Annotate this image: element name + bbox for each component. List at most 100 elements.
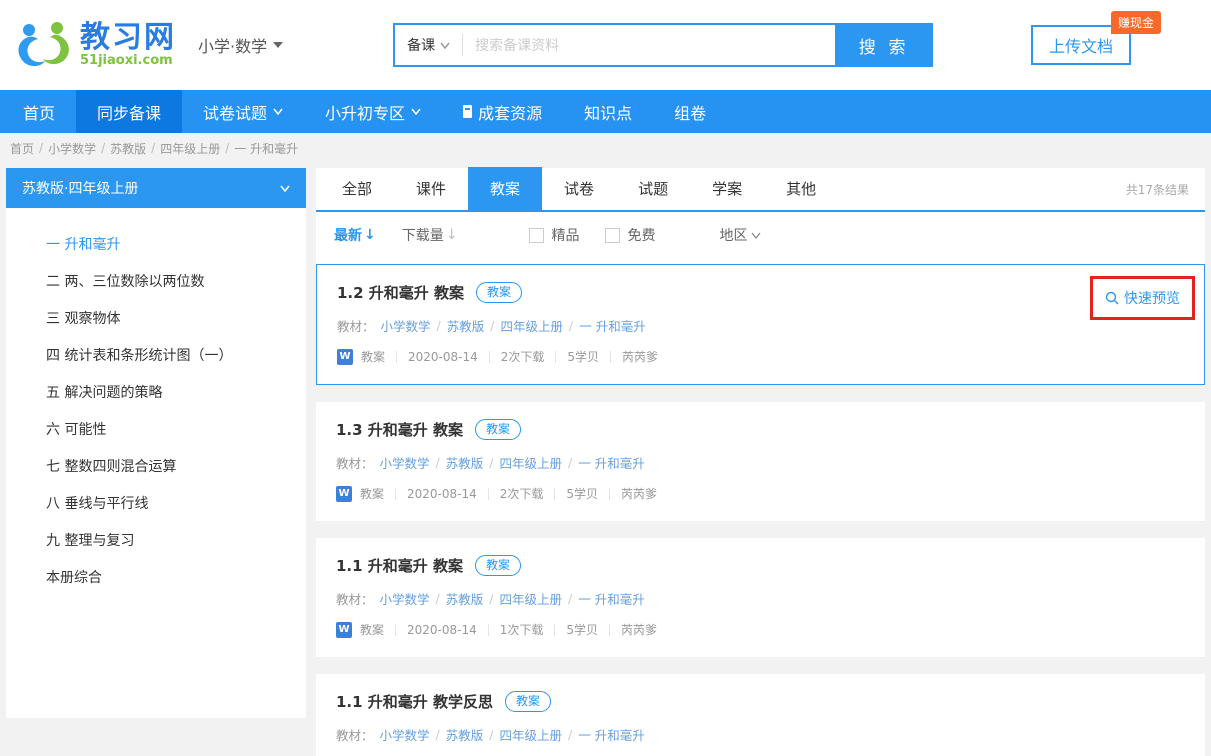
sort-downloads[interactable]: 下载量 ↓: [402, 225, 458, 245]
result-card: 1.3 升和毫升 教案 教案 教材： 小学数学 / 苏教版 / 四年级上册 / …: [316, 402, 1205, 521]
meta-link[interactable]: 小学数学: [381, 316, 431, 335]
tab-courseware[interactable]: 课件: [394, 167, 468, 211]
result-card: 1.2 升和毫升 教案 教案 教材： 小学数学 / 苏教版 / 四年级上册 / …: [316, 264, 1205, 385]
sidebar-item-chapter-9[interactable]: 九 整理与复习: [46, 530, 306, 550]
upload-date: 2020-08-14: [408, 349, 478, 364]
meta-link[interactable]: 一 升和毫升: [578, 453, 644, 472]
sort-newest[interactable]: 最新 ↓: [334, 225, 376, 245]
chevron-down-icon: [280, 185, 290, 192]
tab-lesson-plans[interactable]: 教案: [468, 167, 543, 211]
chevron-down-icon: [411, 108, 421, 115]
meta-link[interactable]: 四年级上册: [500, 316, 563, 335]
sidebar-item-chapter-1[interactable]: 一 升和毫升: [46, 234, 306, 254]
nav-item-resource-packages[interactable]: 成套资源: [442, 90, 563, 133]
search-button[interactable]: 搜 索: [835, 23, 934, 67]
tab-all[interactable]: 全部: [320, 167, 394, 211]
meta-link[interactable]: 一 升和毫升: [578, 725, 644, 744]
meta-link[interactable]: 四年级上册: [499, 589, 562, 608]
tab-papers[interactable]: 试卷: [542, 167, 616, 211]
result-card: 1.1 升和毫升 教学反思 教案 教材： 小学数学 / 苏教版 / 四年级上册 …: [316, 674, 1205, 756]
tab-questions[interactable]: 试题: [616, 167, 690, 211]
meta-link[interactable]: 四年级上册: [499, 725, 562, 744]
sidebar-item-whole-book[interactable]: 本册综合: [46, 567, 306, 587]
chevron-down-icon: [273, 108, 283, 115]
document-title[interactable]: 1.1 升和毫升 教案: [336, 555, 463, 576]
meta-link[interactable]: 小学数学: [380, 725, 430, 744]
type-tabs: 全部 课件 教案 试卷 试题 学案 其他 共17条结果: [316, 167, 1205, 212]
nav-item-sync-prep[interactable]: 同步备课: [76, 90, 183, 133]
breadcrumb-link[interactable]: 四年级上册: [160, 140, 220, 157]
chevron-down-icon: [440, 42, 450, 49]
category-selector[interactable]: 小学·数学: [198, 33, 284, 57]
upload-area: 上传文档 赚现金: [1031, 11, 1161, 65]
breadcrumb-link[interactable]: 首页: [10, 140, 34, 157]
meta-link[interactable]: 苏教版: [447, 316, 485, 335]
document-title[interactable]: 1.2 升和毫升 教案: [337, 282, 464, 303]
search-scope-dropdown[interactable]: 备课: [395, 35, 462, 55]
sidebar-item-chapter-5[interactable]: 五 解决问题的策略: [46, 382, 306, 402]
meta-label: 教材：: [337, 319, 375, 334]
meta-link[interactable]: 一 升和毫升: [578, 589, 644, 608]
nav-item-primary-to-junior[interactable]: 小升初专区: [304, 90, 442, 133]
price: 5学贝: [566, 487, 599, 501]
top-header: 教习网 51jiaoxi.com 小学·数学 备课 搜 索 上传文档 赚现金: [0, 0, 1211, 90]
meta-link[interactable]: 苏教版: [446, 453, 484, 472]
breadcrumb-link[interactable]: 小学数学: [48, 140, 96, 157]
upload-date: 2020-08-14: [407, 486, 477, 501]
arrow-down-icon: ↓: [364, 227, 376, 243]
nav-item-home[interactable]: 首页: [2, 90, 76, 133]
type-badge: 教案: [475, 555, 522, 576]
search-bar: 备课 搜 索: [393, 23, 934, 67]
sidebar-item-chapter-7[interactable]: 七 整数四则混合运算: [46, 456, 306, 476]
annotation-highlight-box: 快速预览: [1090, 276, 1195, 320]
author: 芮芮爹: [621, 623, 658, 637]
package-icon: [463, 105, 473, 118]
checkbox-free[interactable]: [605, 227, 621, 243]
sidebar-item-chapter-8[interactable]: 八 垂线与平行线: [46, 493, 306, 513]
logo-icon: [18, 22, 69, 67]
nav-item-knowledge-points[interactable]: 知识点: [563, 90, 653, 133]
tab-study-cases[interactable]: 学案: [690, 167, 764, 211]
sidebar-item-chapter-4[interactable]: 四 统计表和条形统计图（一）: [46, 345, 306, 365]
tab-others[interactable]: 其他: [764, 167, 838, 211]
meta-link[interactable]: 苏教版: [446, 589, 484, 608]
textbook-selector[interactable]: 苏教版·四年级上册: [6, 168, 306, 208]
file-type: 教案: [360, 487, 385, 501]
upload-date: 2020-08-14: [407, 622, 477, 637]
download-count: 2次下载: [500, 350, 545, 364]
document-title[interactable]: 1.3 升和毫升 教案: [336, 419, 463, 440]
search-icon: [1105, 291, 1119, 305]
chapter-sidebar: 苏教版·四年级上册 一 升和毫升 二 两、三位数除以两位数 三 观察物体 四 统…: [6, 168, 306, 718]
meta-link[interactable]: 一 升和毫升: [579, 316, 645, 335]
textbook-selector-label: 苏教版·四年级上册: [22, 181, 139, 197]
document-title[interactable]: 1.1 升和毫升 教学反思: [336, 691, 493, 712]
meta-link[interactable]: 苏教版: [446, 725, 484, 744]
filter-free[interactable]: 免费: [605, 225, 655, 245]
arrow-down-icon: ↓: [445, 227, 458, 243]
result-count: 共17条结果: [1125, 182, 1189, 197]
sidebar-item-chapter-3[interactable]: 三 观察物体: [46, 308, 306, 328]
site-logo[interactable]: 教习网 51jiaoxi.com: [16, 18, 176, 72]
site-domain: 51jiaoxi.com: [80, 53, 173, 69]
nav-item-paper-builder[interactable]: 组卷: [653, 90, 727, 133]
meta-link[interactable]: 小学数学: [380, 453, 430, 472]
quick-preview-button[interactable]: 快速预览: [1105, 288, 1180, 308]
main-nav: 首页 同步备课 试卷试题 小升初专区 成套资源 知识点 组卷: [0, 90, 1211, 133]
sidebar-item-chapter-2[interactable]: 二 两、三位数除以两位数: [46, 271, 306, 291]
region-dropdown[interactable]: 地区: [719, 225, 761, 245]
search-input[interactable]: [463, 37, 836, 53]
meta-link[interactable]: 四年级上册: [499, 453, 562, 472]
breadcrumb: 首页 / 小学数学 / 苏教版 / 四年级上册 / 一 升和毫升: [10, 140, 299, 157]
price: 5学贝: [566, 623, 599, 637]
category-selector-label: 小学·数学: [198, 37, 268, 56]
results-column: 全部 课件 教案 试卷 试题 学案 其他 共17条结果 最新 ↓ 下载量 ↓ 精…: [316, 167, 1205, 756]
checkbox-premium[interactable]: [529, 227, 545, 243]
sidebar-item-chapter-6[interactable]: 六 可能性: [46, 419, 306, 439]
breadcrumb-link[interactable]: 苏教版: [110, 140, 146, 157]
meta-link[interactable]: 小学数学: [380, 589, 430, 608]
search-scope-label: 备课: [407, 38, 436, 54]
results-panel: 全部 课件 教案 试卷 试题 学案 其他 共17条结果 最新 ↓ 下载量 ↓ 精…: [316, 167, 1205, 385]
nav-item-exam-papers[interactable]: 试卷试题: [182, 90, 304, 133]
filter-premium[interactable]: 精品: [529, 225, 579, 245]
breadcrumb-current: 一 升和毫升: [234, 141, 299, 156]
